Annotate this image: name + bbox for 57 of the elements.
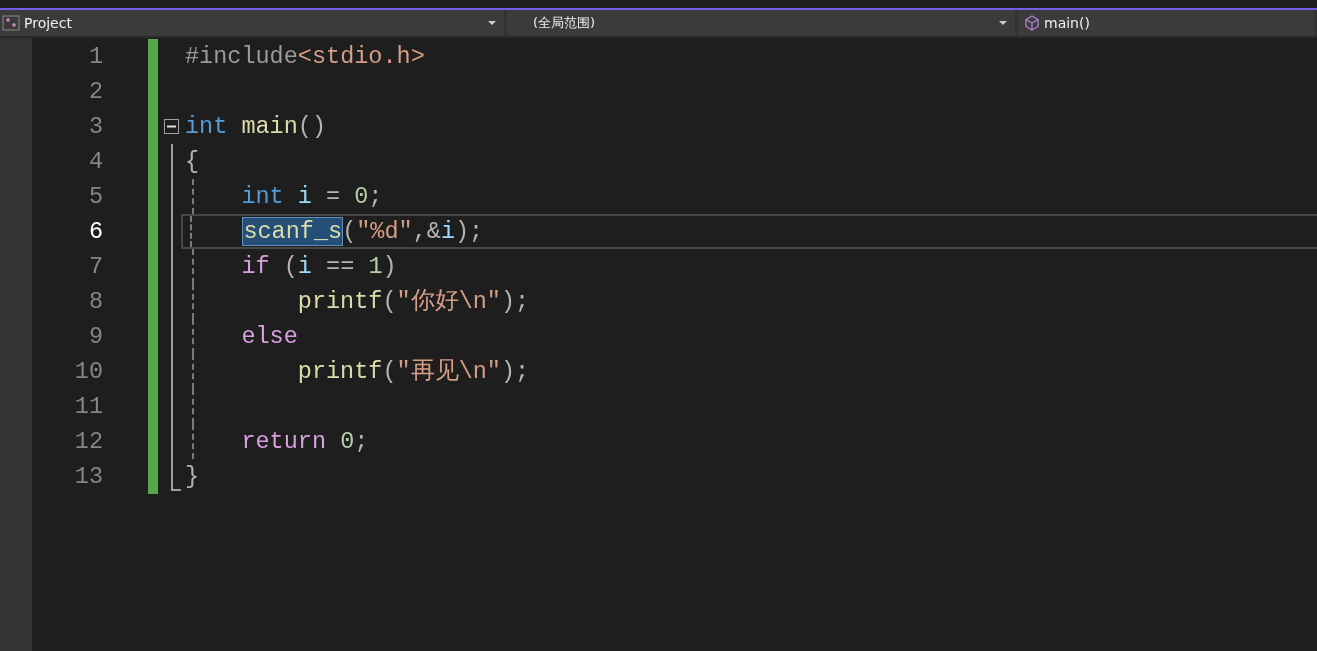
code-token: ( [382, 288, 397, 315]
dropdown[interactable]: (全局范围) [507, 10, 1015, 36]
line-number: 4 [87, 147, 103, 177]
line-number: 12 [73, 427, 103, 457]
code-token: else [241, 323, 298, 350]
line-number: 13 [73, 462, 103, 492]
code-token: int [185, 113, 228, 140]
caret-icon [999, 21, 1007, 25]
code-token: ( [282, 253, 298, 280]
line-number: 6 [87, 217, 103, 247]
code-token: int [241, 183, 284, 210]
code-token: printf [297, 288, 383, 315]
line-number: 10 [73, 357, 103, 387]
code-token: ( [342, 218, 357, 245]
code-token: ); [500, 358, 530, 385]
code-token: ); [500, 288, 530, 315]
code-token: = [325, 183, 342, 210]
code-token: == [325, 253, 356, 280]
code-token: i [297, 253, 312, 280]
code-token: ; [354, 428, 369, 455]
code-token: return [241, 428, 327, 455]
code-token: main [240, 113, 298, 140]
code-token: 1 [368, 253, 383, 280]
code-token: ,& [412, 218, 441, 245]
code-token: printf [297, 358, 383, 385]
code-token: 0 [339, 428, 355, 455]
code-token: i [296, 183, 312, 210]
code-token: "%d" [356, 218, 413, 245]
code-token: { [185, 148, 200, 175]
code-token: i [440, 218, 455, 245]
line-number: 3 [87, 112, 103, 142]
code-token: if [241, 253, 270, 280]
code-token: #include [185, 43, 298, 70]
collapse-icon[interactable] [164, 119, 179, 134]
line-number: 8 [87, 287, 103, 317]
code-token: ( [382, 358, 397, 385]
caret-icon [488, 21, 496, 25]
code-token: "你好\n" [396, 288, 501, 315]
dropdown[interactable]: Project [0, 10, 504, 36]
line-number: 9 [87, 322, 103, 352]
code-token: 0 [354, 183, 369, 210]
dropdown[interactable]: main() [1018, 10, 1314, 36]
code-token: } [185, 463, 200, 490]
code-token: "再见\n" [396, 358, 501, 385]
line-number: 1 [87, 42, 103, 72]
project-icon [2, 15, 20, 31]
cube-icon [1024, 15, 1040, 31]
code-token: () [297, 113, 327, 140]
code-token: scanf_s [243, 218, 343, 245]
code-token: ; [368, 183, 383, 210]
code-token: ) [382, 253, 397, 280]
code-token: <stdio.h> [297, 43, 425, 70]
line-number: 2 [87, 77, 103, 107]
code-token: ); [455, 218, 484, 245]
line-number: 7 [87, 252, 103, 282]
line-number: 5 [87, 182, 103, 212]
line-number: 11 [73, 392, 103, 422]
